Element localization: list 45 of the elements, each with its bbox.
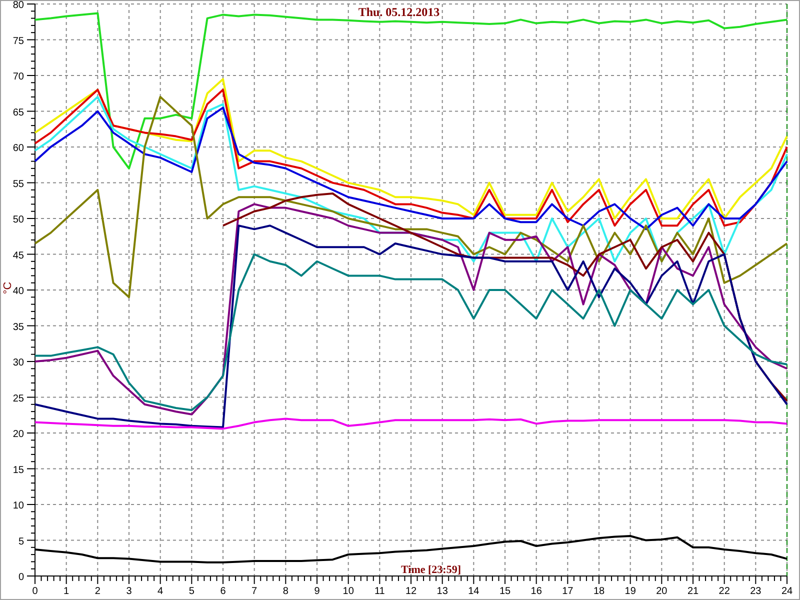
axis-label: 12	[405, 586, 417, 597]
axis-label: 4	[158, 586, 164, 597]
axis-label: 0	[32, 586, 38, 597]
axis-label: 7	[252, 586, 258, 597]
axis-label: 25	[12, 393, 24, 404]
axis-label: 30	[12, 358, 24, 368]
axis-label: 22	[718, 586, 730, 597]
axis-label: 5	[188, 586, 194, 597]
axis-label: 15	[499, 586, 511, 597]
axis-label: 21	[687, 586, 699, 597]
axis-label: 8	[282, 586, 288, 597]
axis-label: 60	[12, 143, 24, 154]
axis-label: 20	[656, 586, 668, 597]
axis-label: 40	[12, 286, 24, 297]
axis-label: 19	[624, 586, 636, 597]
axis-label: 20	[12, 429, 24, 440]
axis-label: 9	[314, 586, 320, 597]
axis-label: 14	[468, 586, 480, 597]
axis-label: 17	[562, 586, 574, 597]
axis-label: 6	[220, 586, 226, 597]
axis-label: 3	[126, 586, 132, 597]
axis-label: 0	[18, 572, 24, 583]
axis-label: 18	[593, 586, 605, 597]
axis-title: °C	[2, 282, 14, 294]
chart-title: Thu. 05.12.2013	[358, 5, 440, 19]
axis-label: 75	[12, 36, 24, 47]
axis-label: 1	[64, 586, 70, 597]
axis-label: 23	[750, 586, 762, 597]
axis-label: 10	[342, 586, 354, 597]
axis-label: 2	[94, 586, 100, 597]
axis-label: 45	[12, 250, 24, 262]
axis-label: 15	[12, 464, 24, 476]
axis-label: 16	[530, 586, 542, 597]
axis-label: 55	[12, 178, 24, 190]
axis-label: 70	[12, 72, 24, 82]
axis-label: 13	[436, 586, 448, 597]
axis-label: 80	[12, 1, 24, 11]
axis-title: Time [23:59]	[401, 564, 461, 576]
axis-label: 35	[12, 322, 24, 333]
axis-label: 5	[18, 536, 24, 548]
axis-label: 50	[12, 214, 24, 226]
axis-label: 11	[374, 586, 385, 597]
axis-label: 65	[12, 107, 24, 118]
axis-label: 24	[781, 586, 793, 597]
axis-label: 10	[12, 500, 24, 512]
